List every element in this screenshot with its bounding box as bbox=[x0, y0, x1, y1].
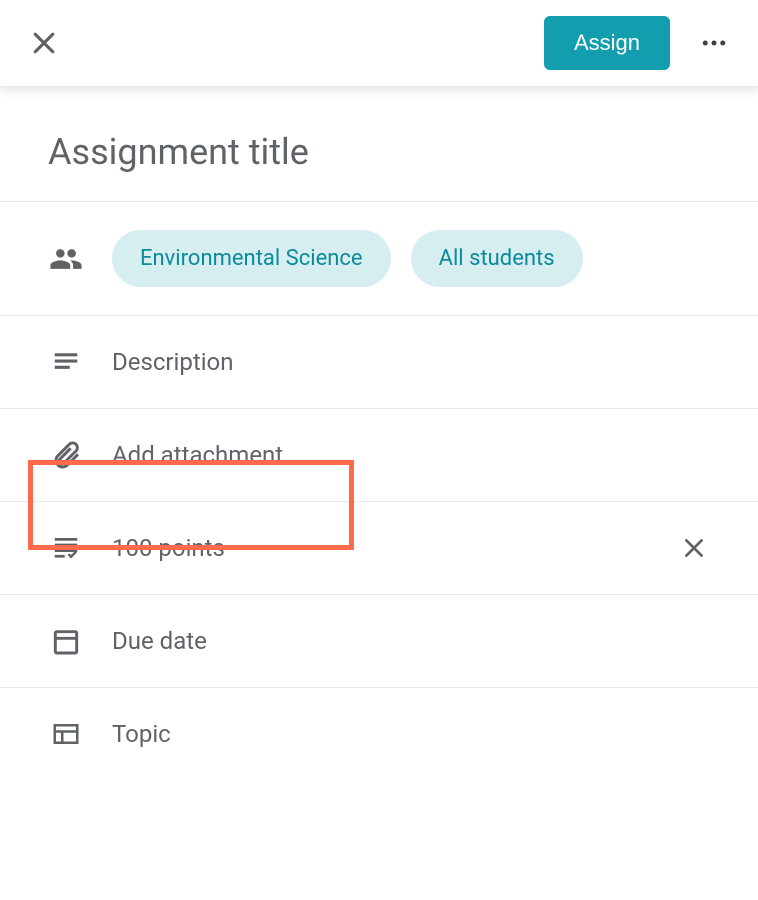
more-horizontal-icon bbox=[699, 28, 729, 58]
close-button[interactable] bbox=[24, 23, 64, 63]
description-row[interactable]: Description bbox=[0, 315, 758, 408]
due-date-label: Due date bbox=[112, 627, 207, 655]
title-row[interactable]: Assignment title bbox=[0, 107, 758, 201]
attachment-icon bbox=[48, 437, 84, 473]
header-left bbox=[24, 23, 64, 63]
due-date-row[interactable]: Due date bbox=[0, 594, 758, 687]
clear-points-button[interactable] bbox=[678, 532, 710, 564]
content: Assignment title Environmental Science A… bbox=[0, 87, 758, 780]
audience-row: Environmental Science All students bbox=[0, 201, 758, 315]
more-menu-button[interactable] bbox=[694, 23, 734, 63]
topic-label: Topic bbox=[112, 720, 171, 748]
chip-class[interactable]: Environmental Science bbox=[112, 230, 391, 287]
attachment-row[interactable]: Add attachment bbox=[0, 408, 758, 501]
close-icon bbox=[681, 535, 707, 561]
grading-icon bbox=[48, 530, 84, 566]
audience-chips: Environmental Science All students bbox=[112, 230, 583, 287]
header: Assign bbox=[0, 0, 758, 87]
topic-row[interactable]: Topic bbox=[0, 687, 758, 780]
description-icon bbox=[48, 344, 84, 380]
points-label: 100 points bbox=[112, 534, 225, 562]
close-icon bbox=[29, 28, 59, 58]
points-row[interactable]: 100 points bbox=[0, 501, 758, 594]
assign-button[interactable]: Assign bbox=[544, 16, 670, 70]
description-label: Description bbox=[112, 348, 234, 376]
calendar-icon bbox=[48, 623, 84, 659]
header-right: Assign bbox=[544, 16, 734, 70]
attachment-label: Add attachment bbox=[112, 441, 283, 469]
title-input[interactable]: Assignment title bbox=[48, 131, 710, 173]
chip-students[interactable]: All students bbox=[411, 230, 583, 287]
topic-icon bbox=[48, 716, 84, 752]
people-icon bbox=[48, 241, 84, 277]
